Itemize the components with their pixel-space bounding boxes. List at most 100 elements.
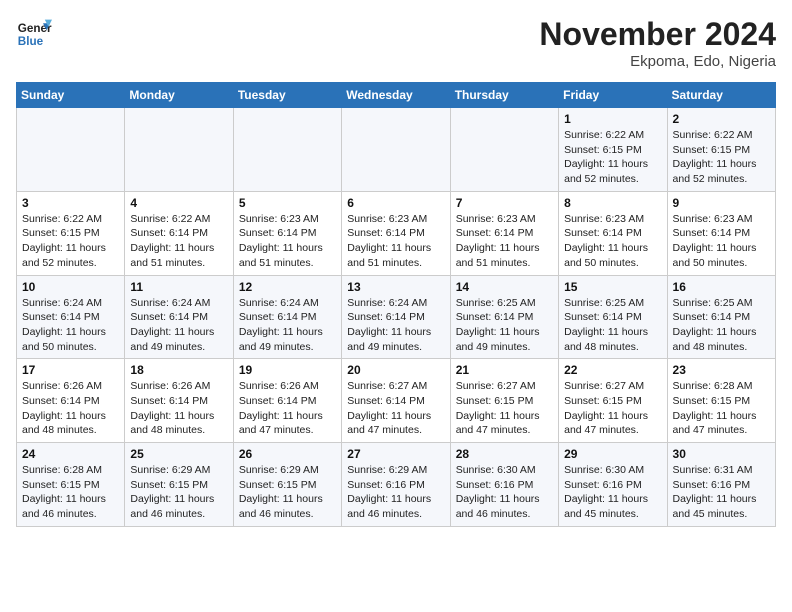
calendar-day-cell: 20 Sunrise: 6:27 AM Sunset: 6:14 PM Dayli… [342, 359, 450, 443]
calendar-day-cell: 23 Sunrise: 6:28 AM Sunset: 6:15 PM Dayli… [667, 359, 775, 443]
calendar-day-cell: 26 Sunrise: 6:29 AM Sunset: 6:15 PM Dayli… [233, 443, 341, 527]
day-info: Sunrise: 6:27 AM Sunset: 6:15 PM Dayligh… [456, 379, 553, 438]
weekday-header-cell: Saturday [667, 83, 775, 108]
calendar-day-cell [125, 108, 233, 192]
day-number: 30 [673, 447, 770, 461]
calendar-day-cell: 24Sunrise: 6:28 AM Sunset: 6:15 PM Dayli… [17, 443, 125, 527]
day-number: 5 [239, 196, 336, 210]
calendar-day-cell: 25 Sunrise: 6:29 AM Sunset: 6:15 PM Dayli… [125, 443, 233, 527]
day-number: 19 [239, 363, 336, 377]
calendar-table: SundayMondayTuesdayWednesdayThursdayFrid… [16, 82, 776, 527]
day-info: Sunrise: 6:22 AM Sunset: 6:14 PM Dayligh… [130, 212, 227, 271]
day-number: 11 [130, 280, 227, 294]
calendar-day-cell: 29 Sunrise: 6:30 AM Sunset: 6:16 PM Dayli… [559, 443, 667, 527]
day-info: Sunrise: 6:31 AM Sunset: 6:16 PM Dayligh… [673, 463, 770, 522]
day-number: 22 [564, 363, 661, 377]
day-number: 7 [456, 196, 553, 210]
day-info: Sunrise: 6:25 AM Sunset: 6:14 PM Dayligh… [564, 296, 661, 355]
calendar-week-row: 24Sunrise: 6:28 AM Sunset: 6:15 PM Dayli… [17, 443, 776, 527]
weekday-header-cell: Friday [559, 83, 667, 108]
day-number: 23 [673, 363, 770, 377]
day-number: 27 [347, 447, 444, 461]
calendar-day-cell: 18 Sunrise: 6:26 AM Sunset: 6:14 PM Dayli… [125, 359, 233, 443]
day-info: Sunrise: 6:23 AM Sunset: 6:14 PM Dayligh… [347, 212, 444, 271]
calendar-day-cell: 8 Sunrise: 6:23 AM Sunset: 6:14 PM Daylig… [559, 191, 667, 275]
calendar-day-cell [17, 108, 125, 192]
day-number: 20 [347, 363, 444, 377]
day-number: 6 [347, 196, 444, 210]
calendar-day-cell: 9Sunrise: 6:23 AM Sunset: 6:14 PM Daylig… [667, 191, 775, 275]
day-info: Sunrise: 6:30 AM Sunset: 6:16 PM Dayligh… [456, 463, 553, 522]
day-number: 16 [673, 280, 770, 294]
day-number: 21 [456, 363, 553, 377]
day-info: Sunrise: 6:28 AM Sunset: 6:15 PM Dayligh… [673, 379, 770, 438]
day-info: Sunrise: 6:22 AM Sunset: 6:15 PM Dayligh… [673, 128, 770, 187]
day-info: Sunrise: 6:23 AM Sunset: 6:14 PM Dayligh… [456, 212, 553, 271]
calendar-day-cell: 7 Sunrise: 6:23 AM Sunset: 6:14 PM Daylig… [450, 191, 558, 275]
day-number: 1 [564, 112, 661, 126]
day-info: Sunrise: 6:26 AM Sunset: 6:14 PM Dayligh… [22, 379, 119, 438]
calendar-day-cell: 12Sunrise: 6:24 AM Sunset: 6:14 PM Dayli… [233, 275, 341, 359]
day-number: 28 [456, 447, 553, 461]
calendar-day-cell [342, 108, 450, 192]
day-info: Sunrise: 6:25 AM Sunset: 6:14 PM Dayligh… [673, 296, 770, 355]
day-info: Sunrise: 6:27 AM Sunset: 6:14 PM Dayligh… [347, 379, 444, 438]
weekday-header-cell: Wednesday [342, 83, 450, 108]
day-number: 18 [130, 363, 227, 377]
weekday-header-cell: Thursday [450, 83, 558, 108]
day-info: Sunrise: 6:28 AM Sunset: 6:15 PM Dayligh… [22, 463, 119, 522]
day-info: Sunrise: 6:27 AM Sunset: 6:15 PM Dayligh… [564, 379, 661, 438]
day-number: 13 [347, 280, 444, 294]
calendar-day-cell: 28 Sunrise: 6:30 AM Sunset: 6:16 PM Dayli… [450, 443, 558, 527]
day-info: Sunrise: 6:23 AM Sunset: 6:14 PM Dayligh… [239, 212, 336, 271]
day-number: 4 [130, 196, 227, 210]
location: Ekpoma, Edo, Nigeria [539, 53, 776, 70]
day-info: Sunrise: 6:23 AM Sunset: 6:14 PM Dayligh… [564, 212, 661, 271]
day-info: Sunrise: 6:26 AM Sunset: 6:14 PM Dayligh… [239, 379, 336, 438]
day-number: 12 [239, 280, 336, 294]
calendar-body: 1 Sunrise: 6:22 AM Sunset: 6:15 PM Daylig… [17, 108, 776, 527]
day-info: Sunrise: 6:29 AM Sunset: 6:16 PM Dayligh… [347, 463, 444, 522]
title-block: November 2024 Ekpoma, Edo, Nigeria [539, 16, 776, 70]
calendar-week-row: 1 Sunrise: 6:22 AM Sunset: 6:15 PM Daylig… [17, 108, 776, 192]
calendar-day-cell: 4 Sunrise: 6:22 AM Sunset: 6:14 PM Daylig… [125, 191, 233, 275]
day-info: Sunrise: 6:30 AM Sunset: 6:16 PM Dayligh… [564, 463, 661, 522]
calendar-day-cell: 17Sunrise: 6:26 AM Sunset: 6:14 PM Dayli… [17, 359, 125, 443]
day-number: 9 [673, 196, 770, 210]
calendar-day-cell: 21 Sunrise: 6:27 AM Sunset: 6:15 PM Dayli… [450, 359, 558, 443]
day-info: Sunrise: 6:22 AM Sunset: 6:15 PM Dayligh… [564, 128, 661, 187]
day-number: 14 [456, 280, 553, 294]
day-info: Sunrise: 6:24 AM Sunset: 6:14 PM Dayligh… [347, 296, 444, 355]
month-title: November 2024 [539, 16, 776, 53]
logo: General Blue [16, 16, 52, 52]
calendar-day-cell: 14Sunrise: 6:25 AM Sunset: 6:14 PM Dayli… [450, 275, 558, 359]
day-number: 2 [673, 112, 770, 126]
calendar-day-cell: 5 Sunrise: 6:23 AM Sunset: 6:14 PM Daylig… [233, 191, 341, 275]
day-number: 29 [564, 447, 661, 461]
day-number: 8 [564, 196, 661, 210]
calendar-day-cell: 1 Sunrise: 6:22 AM Sunset: 6:15 PM Daylig… [559, 108, 667, 192]
calendar-day-cell: 13 Sunrise: 6:24 AM Sunset: 6:14 PM Dayli… [342, 275, 450, 359]
day-info: Sunrise: 6:29 AM Sunset: 6:15 PM Dayligh… [130, 463, 227, 522]
calendar-day-cell: 6 Sunrise: 6:23 AM Sunset: 6:14 PM Daylig… [342, 191, 450, 275]
logo-icon: General Blue [16, 16, 52, 52]
calendar-week-row: 10 Sunrise: 6:24 AM Sunset: 6:14 PM Dayli… [17, 275, 776, 359]
day-info: Sunrise: 6:29 AM Sunset: 6:15 PM Dayligh… [239, 463, 336, 522]
calendar-week-row: 17Sunrise: 6:26 AM Sunset: 6:14 PM Dayli… [17, 359, 776, 443]
day-number: 26 [239, 447, 336, 461]
calendar-day-cell [233, 108, 341, 192]
day-info: Sunrise: 6:22 AM Sunset: 6:15 PM Dayligh… [22, 212, 119, 271]
day-number: 3 [22, 196, 119, 210]
calendar-day-cell [450, 108, 558, 192]
day-number: 10 [22, 280, 119, 294]
day-number: 15 [564, 280, 661, 294]
calendar-day-cell: 27 Sunrise: 6:29 AM Sunset: 6:16 PM Dayli… [342, 443, 450, 527]
calendar-day-cell: 19 Sunrise: 6:26 AM Sunset: 6:14 PM Dayli… [233, 359, 341, 443]
calendar-day-cell: 2 Sunrise: 6:22 AM Sunset: 6:15 PM Daylig… [667, 108, 775, 192]
day-number: 25 [130, 447, 227, 461]
weekday-header-cell: Tuesday [233, 83, 341, 108]
calendar-week-row: 3 Sunrise: 6:22 AM Sunset: 6:15 PM Daylig… [17, 191, 776, 275]
weekday-header-cell: Sunday [17, 83, 125, 108]
calendar-day-cell: 22 Sunrise: 6:27 AM Sunset: 6:15 PM Dayli… [559, 359, 667, 443]
day-info: Sunrise: 6:26 AM Sunset: 6:14 PM Dayligh… [130, 379, 227, 438]
